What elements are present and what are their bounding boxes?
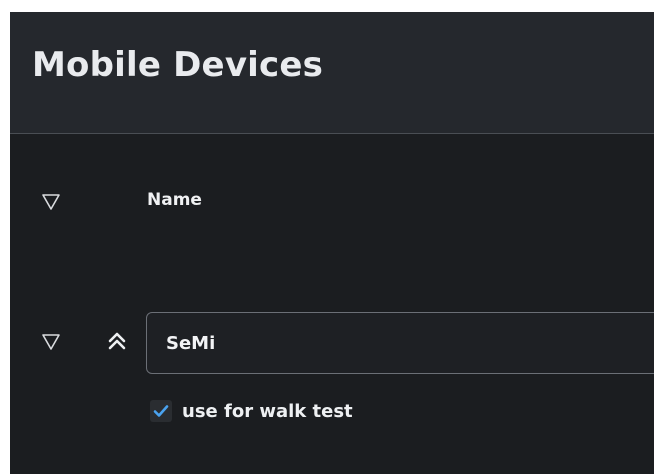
walk-test-checkbox-row[interactable]: use for walk test [150, 398, 353, 424]
walk-test-label: use for walk test [182, 400, 353, 422]
device-name-input[interactable] [146, 312, 654, 374]
panel-title: Mobile Devices [32, 45, 324, 85]
row-expand-icon[interactable] [41, 332, 61, 352]
checkmark-icon [153, 405, 169, 417]
column-header-name[interactable]: Name [147, 190, 202, 210]
column-filter-icon[interactable] [41, 192, 61, 212]
walk-test-checkbox[interactable] [150, 400, 172, 422]
panel-header: Mobile Devices [10, 12, 654, 134]
double-chevron-up-icon[interactable] [106, 330, 128, 352]
mobile-devices-panel: Mobile Devices Name use for walk test [10, 12, 654, 474]
